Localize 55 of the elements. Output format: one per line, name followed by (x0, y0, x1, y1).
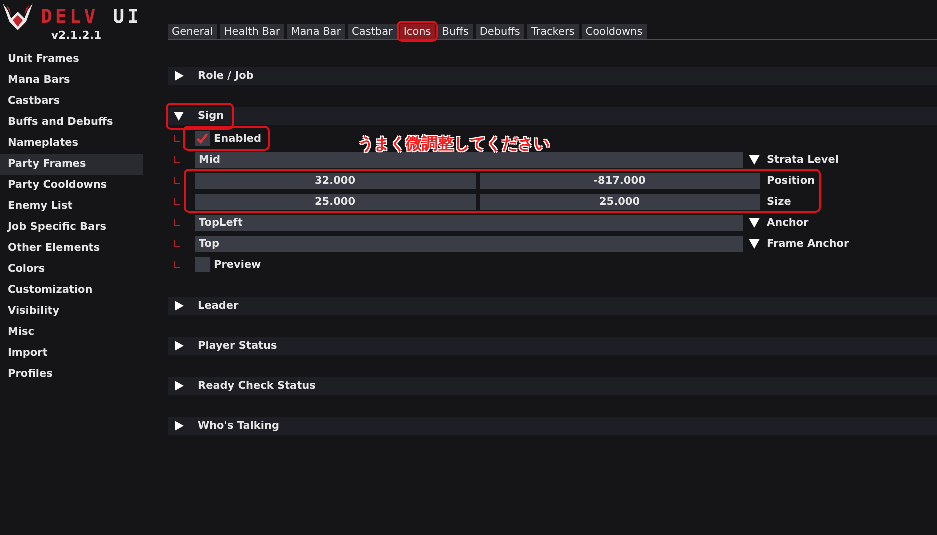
sidebar-item[interactable]: Other Elements (0, 238, 143, 259)
section-header[interactable]: Who's Talking (168, 417, 937, 435)
annotation-text: うまく微調整してください (358, 134, 550, 155)
dropdown-arrow-icon (749, 238, 760, 249)
number-field[interactable]: -817.000 (480, 172, 760, 188)
check-icon (195, 131, 210, 146)
tab[interactable]: Trackers (527, 24, 579, 39)
tab[interactable]: Buffs (438, 24, 473, 39)
sidebar-item[interactable]: Nameplates (0, 133, 143, 154)
sidebar-item[interactable]: Mana Bars (0, 70, 143, 91)
section-header[interactable]: Sign (168, 107, 937, 125)
section-header[interactable]: Role / Job (168, 67, 937, 85)
number-field[interactable]: 32.000 (195, 172, 476, 188)
sidebar-item[interactable]: Import (0, 343, 143, 364)
sidebar-item[interactable]: Party Cooldowns (0, 175, 143, 196)
tab[interactable]: Cooldowns (582, 24, 647, 39)
sidebar-item[interactable]: Buffs and Debuffs (0, 112, 143, 133)
sidebar-item[interactable]: Party Frames (0, 154, 143, 175)
dropdown-arrow-icon (749, 217, 760, 228)
sidebar-item[interactable]: Misc (0, 322, 143, 343)
number-field[interactable]: 25.000 (480, 194, 760, 210)
sidebar-item[interactable]: Unit Frames (0, 49, 143, 70)
checkbox[interactable] (195, 257, 210, 272)
number-field[interactable]: 25.000 (195, 194, 476, 210)
logo-text: DELV UI (40, 6, 142, 28)
expand-triangle-icon (174, 71, 184, 81)
checkbox-label: Enabled (214, 132, 262, 144)
sidebar-item[interactable]: Castbars (0, 91, 143, 112)
tab[interactable]: General (168, 24, 218, 39)
tab[interactable]: Debuffs (476, 24, 524, 39)
sidebar-item[interactable]: Visibility (0, 301, 143, 322)
setting-label: Size (767, 196, 792, 208)
checkbox-label: Preview (214, 258, 262, 270)
version-label: v2.1.2.1 (51, 29, 102, 42)
dropdown-arrow-icon (749, 154, 760, 165)
tab[interactable]: Icons (400, 24, 436, 39)
expand-triangle-icon (174, 341, 184, 351)
sidebar-item[interactable]: Colors (0, 259, 143, 280)
tab[interactable]: Castbar (348, 24, 397, 39)
section-header[interactable]: Leader (168, 297, 937, 315)
section-header[interactable]: Ready Check Status (168, 377, 937, 395)
logo-icon (0, 2, 35, 32)
collapse-triangle-icon (174, 111, 184, 121)
section-header[interactable]: Player Status (168, 337, 937, 355)
sidebar-item[interactable]: Enemy List (0, 196, 143, 217)
sidebar-item[interactable]: Job Specific Bars (0, 217, 143, 238)
tab[interactable]: Health Bar (220, 24, 284, 39)
sidebar-item[interactable]: Customization (0, 280, 143, 301)
setting-label: Position (767, 174, 816, 186)
expand-triangle-icon (174, 421, 184, 431)
checkbox[interactable] (195, 131, 210, 146)
expand-triangle-icon (174, 301, 184, 311)
sidebar-item[interactable]: Profiles (0, 364, 143, 385)
tab[interactable]: Mana Bar (287, 24, 346, 39)
expand-triangle-icon (174, 381, 184, 391)
